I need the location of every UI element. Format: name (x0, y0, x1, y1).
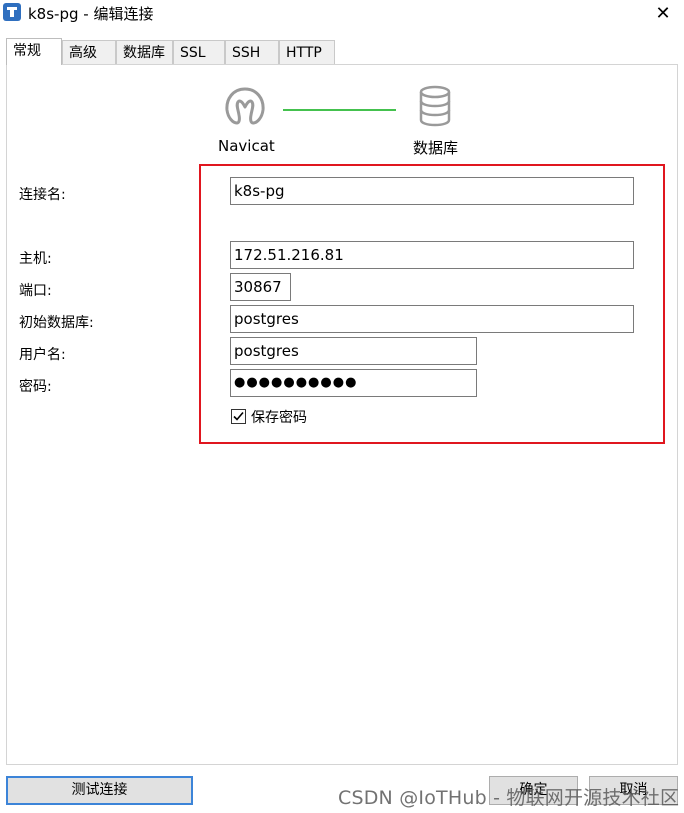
navicat-logo-icon (223, 85, 267, 131)
tab-ssl[interactable]: SSL (173, 40, 225, 64)
save-password-label[interactable]: 保存密码 (251, 407, 307, 427)
test-connection-button[interactable]: 测试连接 (6, 776, 193, 805)
host-label: 主机: (19, 251, 52, 267)
tab-advanced[interactable]: 高级 (62, 40, 116, 64)
title-bar: k8s-pg - 编辑连接 ✕ (0, 0, 684, 30)
port-input[interactable]: 30867 (230, 273, 291, 301)
close-icon[interactable]: ✕ (652, 3, 674, 25)
tab-http[interactable]: HTTP (279, 40, 335, 64)
password-input[interactable]: ●●●●●●●●●● (230, 369, 477, 397)
connection-name-input[interactable]: k8s-pg (230, 177, 634, 205)
database-label: 数据库 (413, 139, 459, 157)
csdn-watermark: CSDN @IoTHub - 物联网开源技术社区 (338, 787, 680, 809)
username-input[interactable]: postgres (230, 337, 477, 365)
connection-name-label: 连接名: (19, 187, 66, 203)
save-password-checkbox[interactable] (231, 409, 246, 424)
host-input[interactable]: 172.51.216.81 (230, 241, 634, 269)
port-label: 端口: (19, 283, 52, 299)
tab-ssh[interactable]: SSH (225, 40, 279, 64)
highlight-box (199, 164, 665, 444)
window-title: k8s-pg - 编辑连接 (28, 5, 154, 23)
tab-general[interactable]: 常规 (6, 38, 62, 65)
initial-db-input[interactable]: postgres (230, 305, 634, 333)
tab-databases[interactable]: 数据库 (116, 40, 173, 64)
initial-db-label: 初始数据库: (19, 315, 94, 331)
password-label: 密码: (19, 379, 52, 395)
connection-line (283, 109, 396, 111)
database-icon (418, 85, 452, 131)
username-label: 用户名: (19, 347, 66, 363)
checkmark-icon (233, 411, 244, 421)
navicat-label: Navicat (218, 137, 275, 155)
navicat-app-icon (3, 3, 21, 21)
